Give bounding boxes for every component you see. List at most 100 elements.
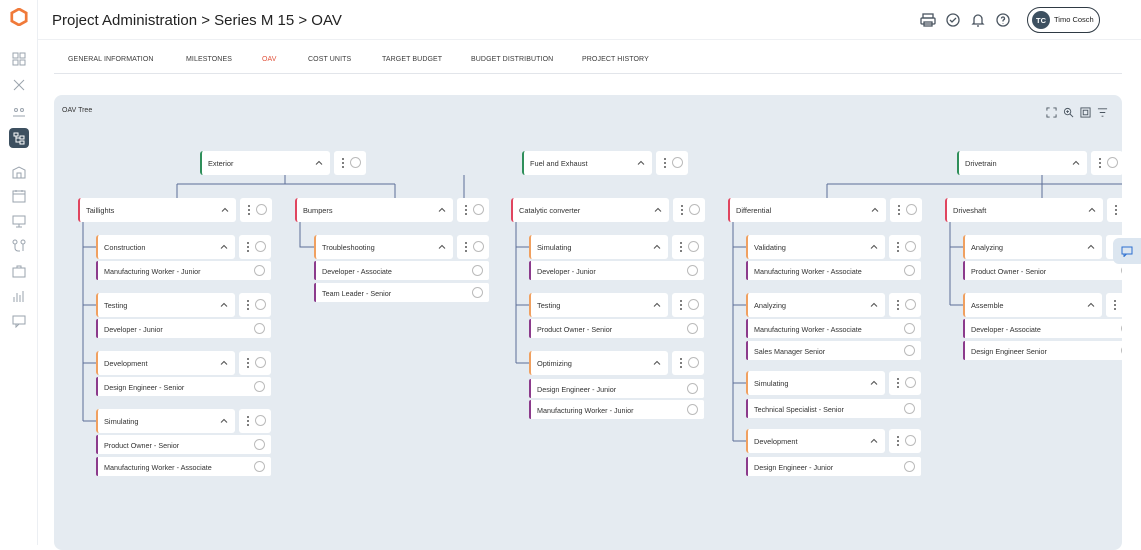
role-item[interactable]: Manufacturing Worker - Associate <box>746 319 921 338</box>
role-item[interactable]: Manufacturing Worker - Junior <box>96 261 271 280</box>
role-item[interactable]: Manufacturing Worker - Junior <box>529 400 704 419</box>
briefcase-icon[interactable] <box>10 262 28 280</box>
app-logo[interactable] <box>10 8 28 26</box>
more-icon[interactable] <box>1099 158 1102 168</box>
chevron-up-icon[interactable] <box>1087 205 1097 215</box>
select-circle[interactable] <box>1121 345 1122 356</box>
more-icon[interactable] <box>1114 300 1117 310</box>
tree-node-task[interactable]: Development <box>96 351 235 375</box>
more-icon[interactable] <box>898 205 901 215</box>
node-actions[interactable] <box>890 198 922 222</box>
select-circle[interactable] <box>254 265 265 276</box>
more-icon[interactable] <box>680 358 683 368</box>
more-icon[interactable] <box>247 358 250 368</box>
dashboard-icon[interactable] <box>10 50 28 68</box>
tree-node-task[interactable]: Assemble <box>963 293 1102 317</box>
select-circle[interactable] <box>472 265 483 276</box>
more-icon[interactable] <box>1115 205 1118 215</box>
chevron-up-icon[interactable] <box>1086 300 1096 310</box>
tree-node-branch[interactable]: Taillights <box>78 198 236 222</box>
select-circle[interactable] <box>904 461 915 472</box>
node-actions[interactable] <box>239 351 271 375</box>
select-circle[interactable] <box>905 377 916 388</box>
more-icon[interactable] <box>664 158 667 168</box>
tree-node-root[interactable]: Fuel and Exhaust <box>522 151 652 175</box>
tree-node-branch[interactable]: Driveshaft <box>945 198 1103 222</box>
tab-cost-units[interactable]: COST UNITS <box>308 56 351 63</box>
bell-icon[interactable] <box>970 12 986 28</box>
node-actions[interactable] <box>656 151 688 175</box>
select-circle[interactable] <box>689 204 700 215</box>
node-actions[interactable] <box>239 293 271 317</box>
node-actions[interactable] <box>889 293 921 317</box>
tools-icon[interactable] <box>10 76 28 94</box>
node-actions[interactable] <box>1091 151 1122 175</box>
tree-node-task[interactable]: Simulating <box>96 409 235 433</box>
select-circle[interactable] <box>904 323 915 334</box>
chevron-up-icon[interactable] <box>653 205 663 215</box>
node-actions[interactable] <box>457 198 489 222</box>
chevron-up-icon[interactable] <box>869 378 879 388</box>
tree-node-task[interactable]: Analyzing <box>746 293 885 317</box>
more-icon[interactable] <box>248 205 251 215</box>
role-item[interactable]: Product Owner - Senior <box>529 319 704 338</box>
role-item[interactable]: Developer - Associate <box>314 261 489 280</box>
select-circle[interactable] <box>905 299 916 310</box>
chevron-up-icon[interactable] <box>870 205 880 215</box>
chevron-up-icon[interactable] <box>636 158 646 168</box>
chevron-up-icon[interactable] <box>869 300 879 310</box>
node-actions[interactable] <box>239 235 271 259</box>
more-icon[interactable] <box>680 300 683 310</box>
tree-node-task[interactable]: Troubleshooting <box>314 235 453 259</box>
role-item[interactable]: Sales Manager Senior <box>746 341 921 360</box>
tree-node-branch[interactable]: Differential <box>728 198 886 222</box>
monitor-icon[interactable] <box>10 212 28 230</box>
select-circle[interactable] <box>1121 323 1122 334</box>
team-icon[interactable] <box>10 102 28 120</box>
more-icon[interactable] <box>465 205 468 215</box>
node-actions[interactable] <box>672 351 704 375</box>
node-actions[interactable] <box>889 235 921 259</box>
select-circle[interactable] <box>688 241 699 252</box>
more-icon[interactable] <box>247 300 250 310</box>
tree-node-task[interactable]: Testing <box>529 293 668 317</box>
more-icon[interactable] <box>465 242 468 252</box>
building-icon[interactable] <box>10 163 28 181</box>
tree-node-task[interactable]: Optimizing <box>529 351 668 375</box>
more-icon[interactable] <box>897 436 900 446</box>
tree-node-branch[interactable]: Bumpers <box>295 198 453 222</box>
role-item[interactable]: Design Engineer - Junior <box>746 457 921 476</box>
node-actions[interactable] <box>889 371 921 395</box>
breadcrumb[interactable]: Project Administration > Series M 15 > O… <box>52 12 342 29</box>
tree-node-task[interactable]: Construction <box>96 235 235 259</box>
select-circle[interactable] <box>904 403 915 414</box>
more-icon[interactable] <box>342 158 345 168</box>
tab-budget-distribution[interactable]: BUDGET DISTRIBUTION <box>471 56 553 63</box>
node-actions[interactable] <box>334 151 366 175</box>
node-actions[interactable] <box>240 198 272 222</box>
check-circle-icon[interactable] <box>945 12 961 28</box>
chevron-up-icon[interactable] <box>1071 158 1081 168</box>
branches-icon[interactable] <box>10 237 28 255</box>
chart-icon[interactable] <box>10 287 28 305</box>
select-circle[interactable] <box>904 265 915 276</box>
help-icon[interactable] <box>995 12 1011 28</box>
more-icon[interactable] <box>681 205 684 215</box>
select-circle[interactable] <box>255 415 266 426</box>
tree-node-task[interactable]: Simulating <box>529 235 668 259</box>
select-circle[interactable] <box>254 439 265 450</box>
select-circle[interactable] <box>687 383 698 394</box>
select-circle[interactable] <box>254 381 265 392</box>
user-menu[interactable]: TC Timo Cosch <box>1027 7 1100 33</box>
chevron-up-icon[interactable] <box>314 158 324 168</box>
select-circle[interactable] <box>472 287 483 298</box>
role-item[interactable]: Design Engineer - Senior <box>96 377 271 396</box>
chevron-up-icon[interactable] <box>219 242 229 252</box>
role-item[interactable]: Manufacturing Worker - Associate <box>746 261 921 280</box>
select-circle[interactable] <box>254 461 265 472</box>
tree-node-task[interactable]: Analyzing <box>963 235 1102 259</box>
select-circle[interactable] <box>687 404 698 415</box>
role-item[interactable]: Product Owner - Senior <box>96 435 271 454</box>
side-panel-toggle[interactable] <box>1113 238 1141 264</box>
chevron-up-icon[interactable] <box>219 416 229 426</box>
